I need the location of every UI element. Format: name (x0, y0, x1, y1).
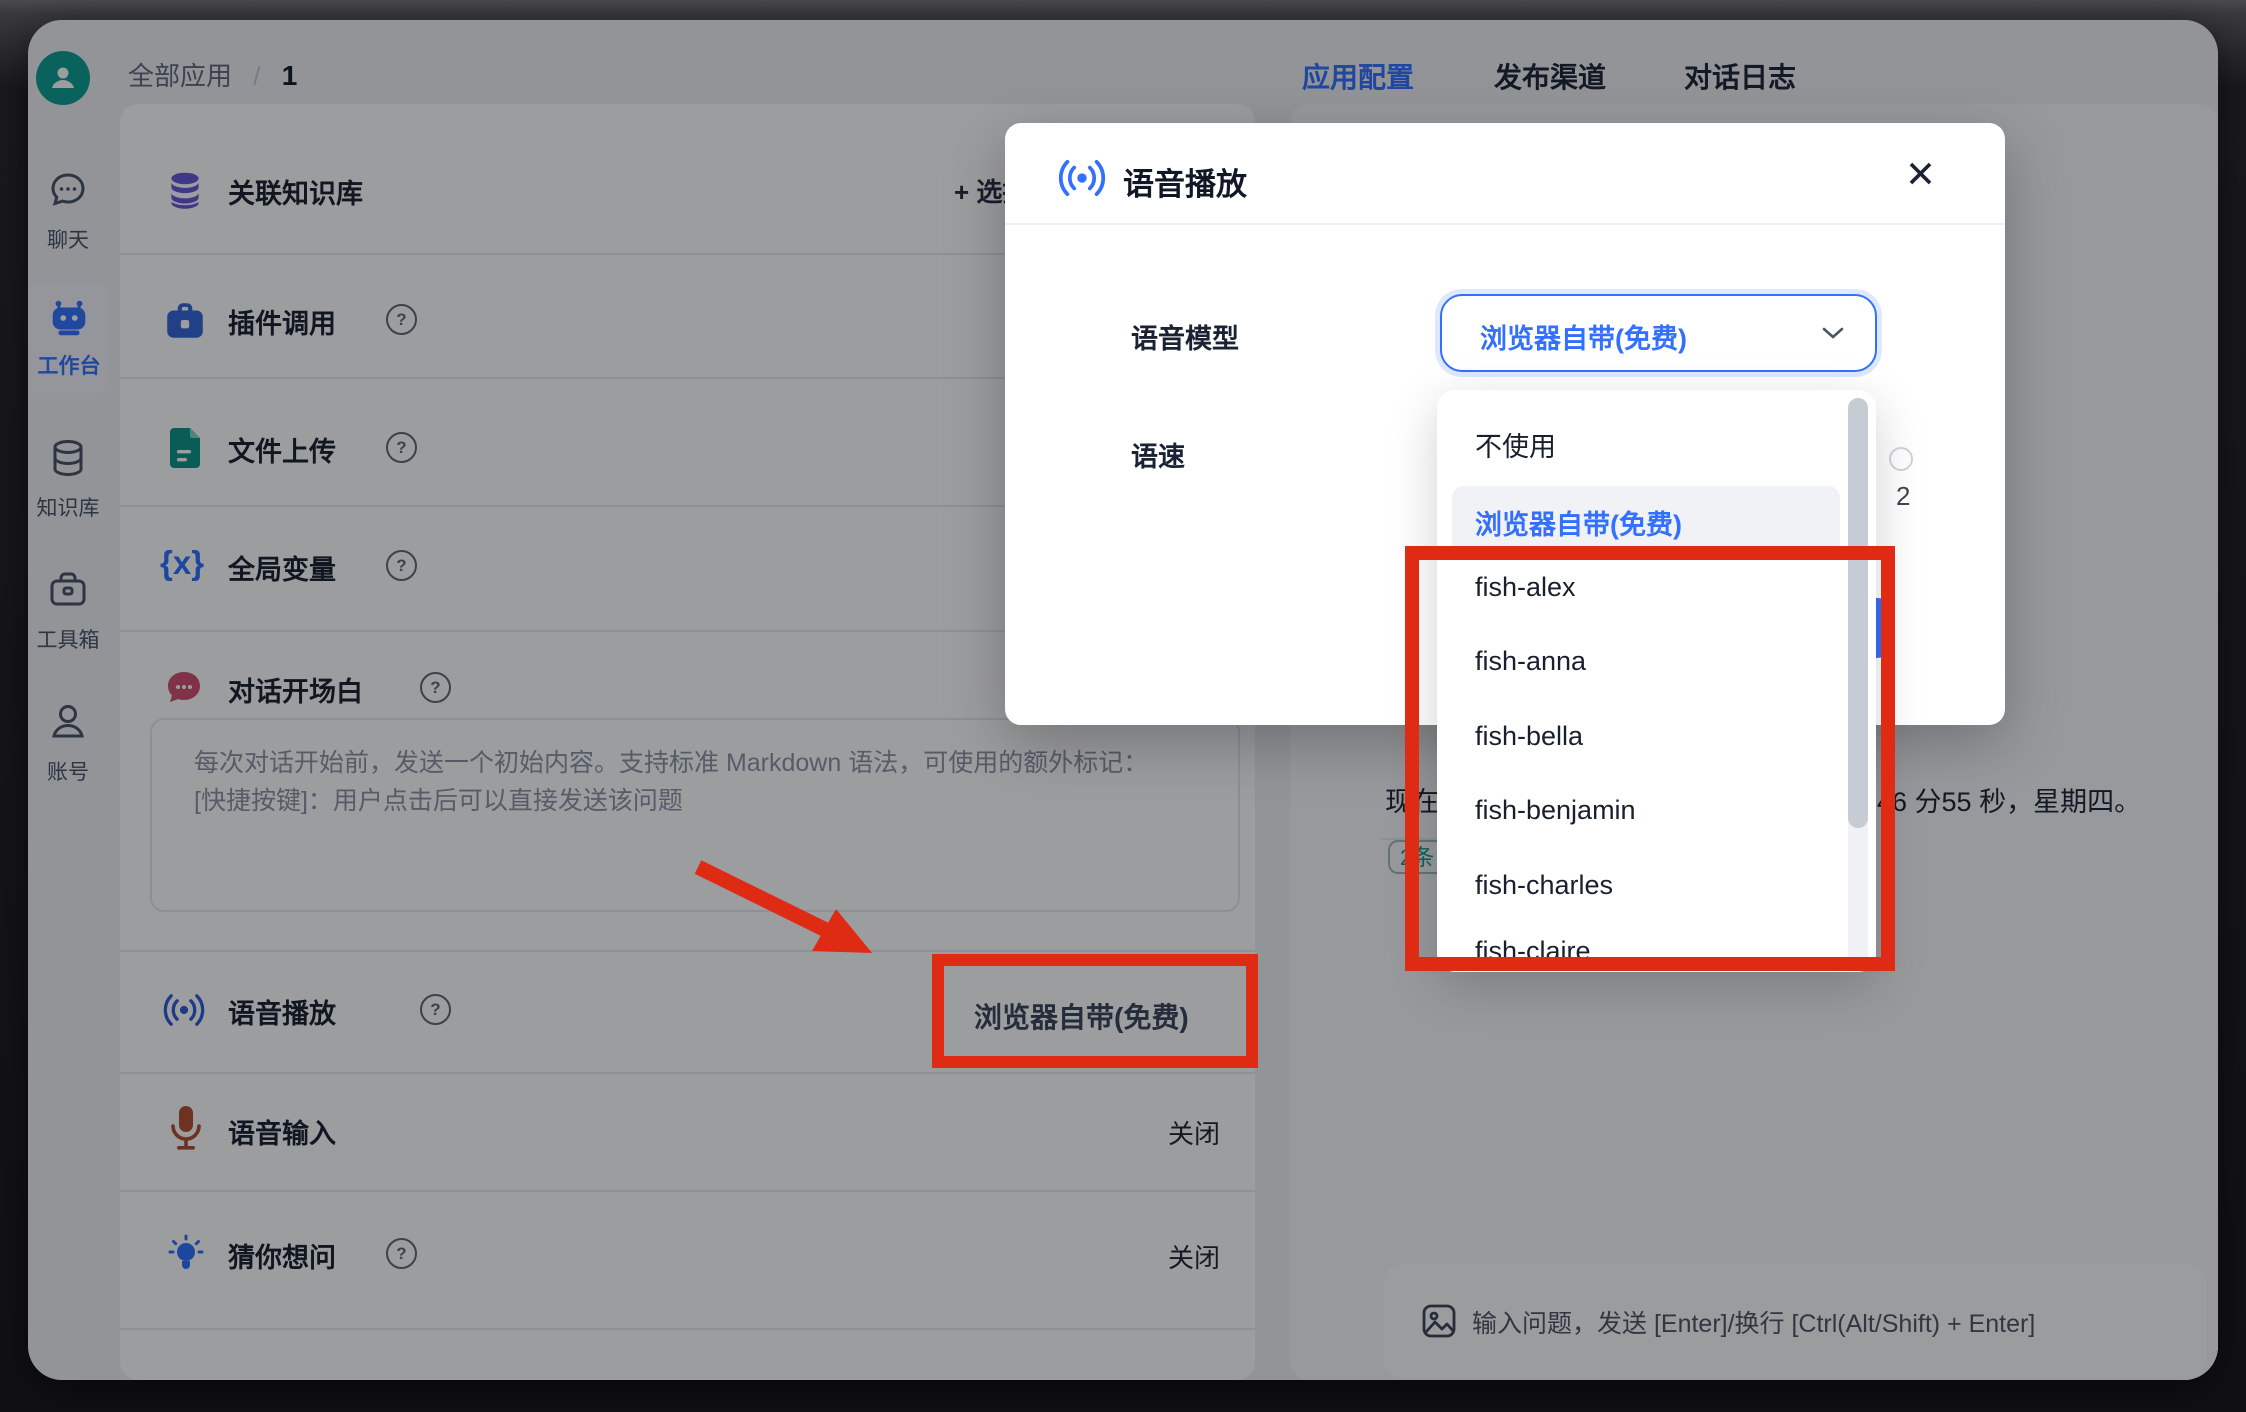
dropdown-option-selected-label: 浏览器自带(免费) (1475, 503, 1682, 542)
chevron-down-icon (1820, 324, 1846, 342)
modal-title: 语音播放 (1123, 159, 1247, 204)
speed-label: 语速 (1131, 435, 1185, 474)
screenshot-root: 全部应用 / 1 应用配置 发布渠道 对话日志 聊天 工作台 (0, 0, 2246, 1412)
modal-close-button[interactable]: ✕ (1905, 153, 1936, 196)
speed-max-value: 2 (1896, 481, 1910, 512)
dropdown-option-none[interactable]: 不使用 (1475, 425, 1556, 464)
annotation-box-tts-value (932, 954, 1258, 1068)
voice-model-label: 语音模型 (1131, 317, 1239, 356)
speed-slider-handle-max[interactable] (1889, 447, 1913, 471)
voice-model-select[interactable]: 浏览器自带(免费) (1440, 294, 1877, 372)
voice-model-select-value: 浏览器自带(免费) (1480, 317, 1687, 356)
annotation-arrow (660, 845, 900, 985)
annotation-box-dropdown (1405, 546, 1895, 971)
tts-modal-icon (1057, 153, 1107, 203)
